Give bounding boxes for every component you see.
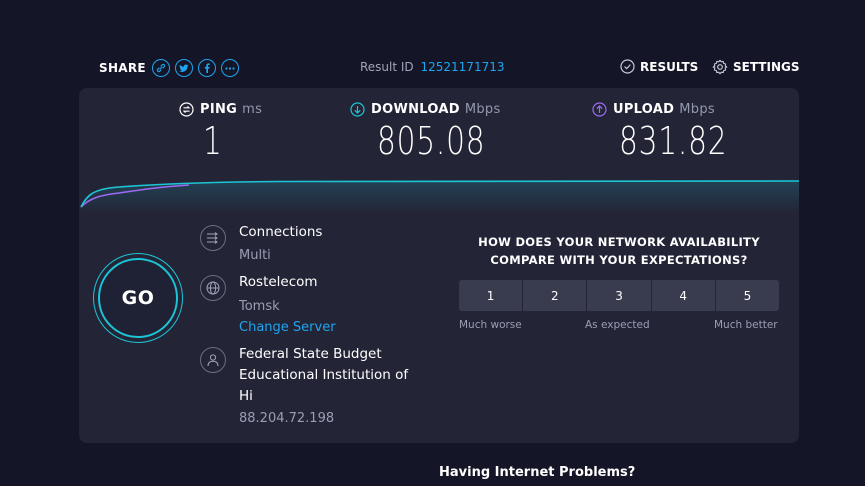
rating-option-4[interactable]: 4: [651, 280, 716, 311]
facebook-icon[interactable]: [197, 59, 216, 77]
change-server-link[interactable]: Change Server: [239, 320, 336, 335]
check-circle-icon: [620, 59, 635, 74]
ping-unit: ms: [242, 102, 263, 117]
share-bar: SHARE: [99, 59, 244, 77]
globe-icon: [200, 275, 226, 301]
gear-icon: [712, 59, 728, 75]
upload-metric: UPLOAD Mbps 831.82: [592, 102, 758, 163]
rating-scale: 1 2 3 4 5: [459, 280, 780, 311]
rating-option-2[interactable]: 2: [523, 280, 588, 311]
connections-value: Multi: [239, 248, 271, 263]
rating-option-1[interactable]: 1: [459, 280, 524, 311]
upload-label: UPLOAD: [613, 102, 675, 117]
result-id-link[interactable]: 12521171713: [421, 60, 505, 74]
twitter-icon[interactable]: [174, 59, 193, 77]
download-label: DOWNLOAD: [371, 102, 460, 117]
results-button[interactable]: RESULTS: [620, 59, 698, 74]
internet-problems-heading: Having Internet Problems?: [439, 465, 636, 480]
share-label: SHARE: [99, 61, 146, 75]
download-unit: Mbps: [464, 102, 501, 117]
scale-mid-label: As expected: [585, 319, 650, 331]
connections-title: Connections: [239, 224, 323, 240]
more-icon[interactable]: [220, 59, 239, 77]
rating-option-3[interactable]: 3: [587, 280, 652, 311]
settings-button[interactable]: SETTINGS: [712, 59, 800, 75]
user-icon: [200, 347, 226, 373]
result-id: Result ID 12521171713: [360, 60, 504, 74]
top-bar: SHARE Result ID 12521171713 RESULTS SETT…: [0, 0, 865, 88]
server-location: Tomsk: [239, 299, 280, 314]
download-metric: DOWNLOAD Mbps 805.08: [350, 102, 516, 163]
results-label: RESULTS: [640, 59, 699, 74]
provider-name-line: Federal State Budget: [239, 346, 382, 362]
ping-label: PING: [200, 102, 238, 117]
survey-question: HOW DOES YOUR NETWORK AVAILABILITY COMPA…: [459, 233, 779, 269]
scale-high-label: Much better: [714, 319, 778, 331]
provider-name: Federal State Budget Educational Institu…: [239, 344, 419, 407]
upload-value: 831.82: [619, 119, 728, 163]
survey-question-line: COMPARE WITH YOUR EXPECTATIONS?: [490, 253, 748, 267]
survey-question-line: HOW DOES YOUR NETWORK AVAILABILITY: [478, 235, 760, 249]
provider-ip: 88.204.72.198: [239, 411, 335, 426]
server-name: Rostelecom: [239, 274, 318, 290]
upload-unit: Mbps: [679, 102, 715, 117]
connections-icon: [200, 225, 226, 251]
download-value: 805.08: [377, 119, 486, 163]
ping-metric: PING ms 1: [179, 102, 262, 163]
ping-icon: [179, 102, 194, 117]
go-button[interactable]: GO: [93, 253, 183, 343]
upload-icon: [592, 102, 607, 117]
settings-label: SETTINGS: [733, 60, 800, 74]
link-icon[interactable]: [151, 59, 170, 77]
go-label: GO: [98, 258, 178, 338]
ping-value: 1: [203, 119, 223, 163]
scale-low-label: Much worse: [459, 319, 522, 331]
speed-graph: [80, 180, 799, 213]
rating-option-5[interactable]: 5: [715, 280, 780, 311]
results-card: PING ms 1 DOWNLOAD Mbps 805.08 UPLOAD Mb…: [79, 88, 799, 443]
provider-name-line: Educational Institution of: [239, 367, 409, 383]
provider-name-line: Hi: [239, 388, 253, 404]
download-icon: [350, 102, 365, 117]
result-id-label: Result ID: [360, 60, 414, 74]
